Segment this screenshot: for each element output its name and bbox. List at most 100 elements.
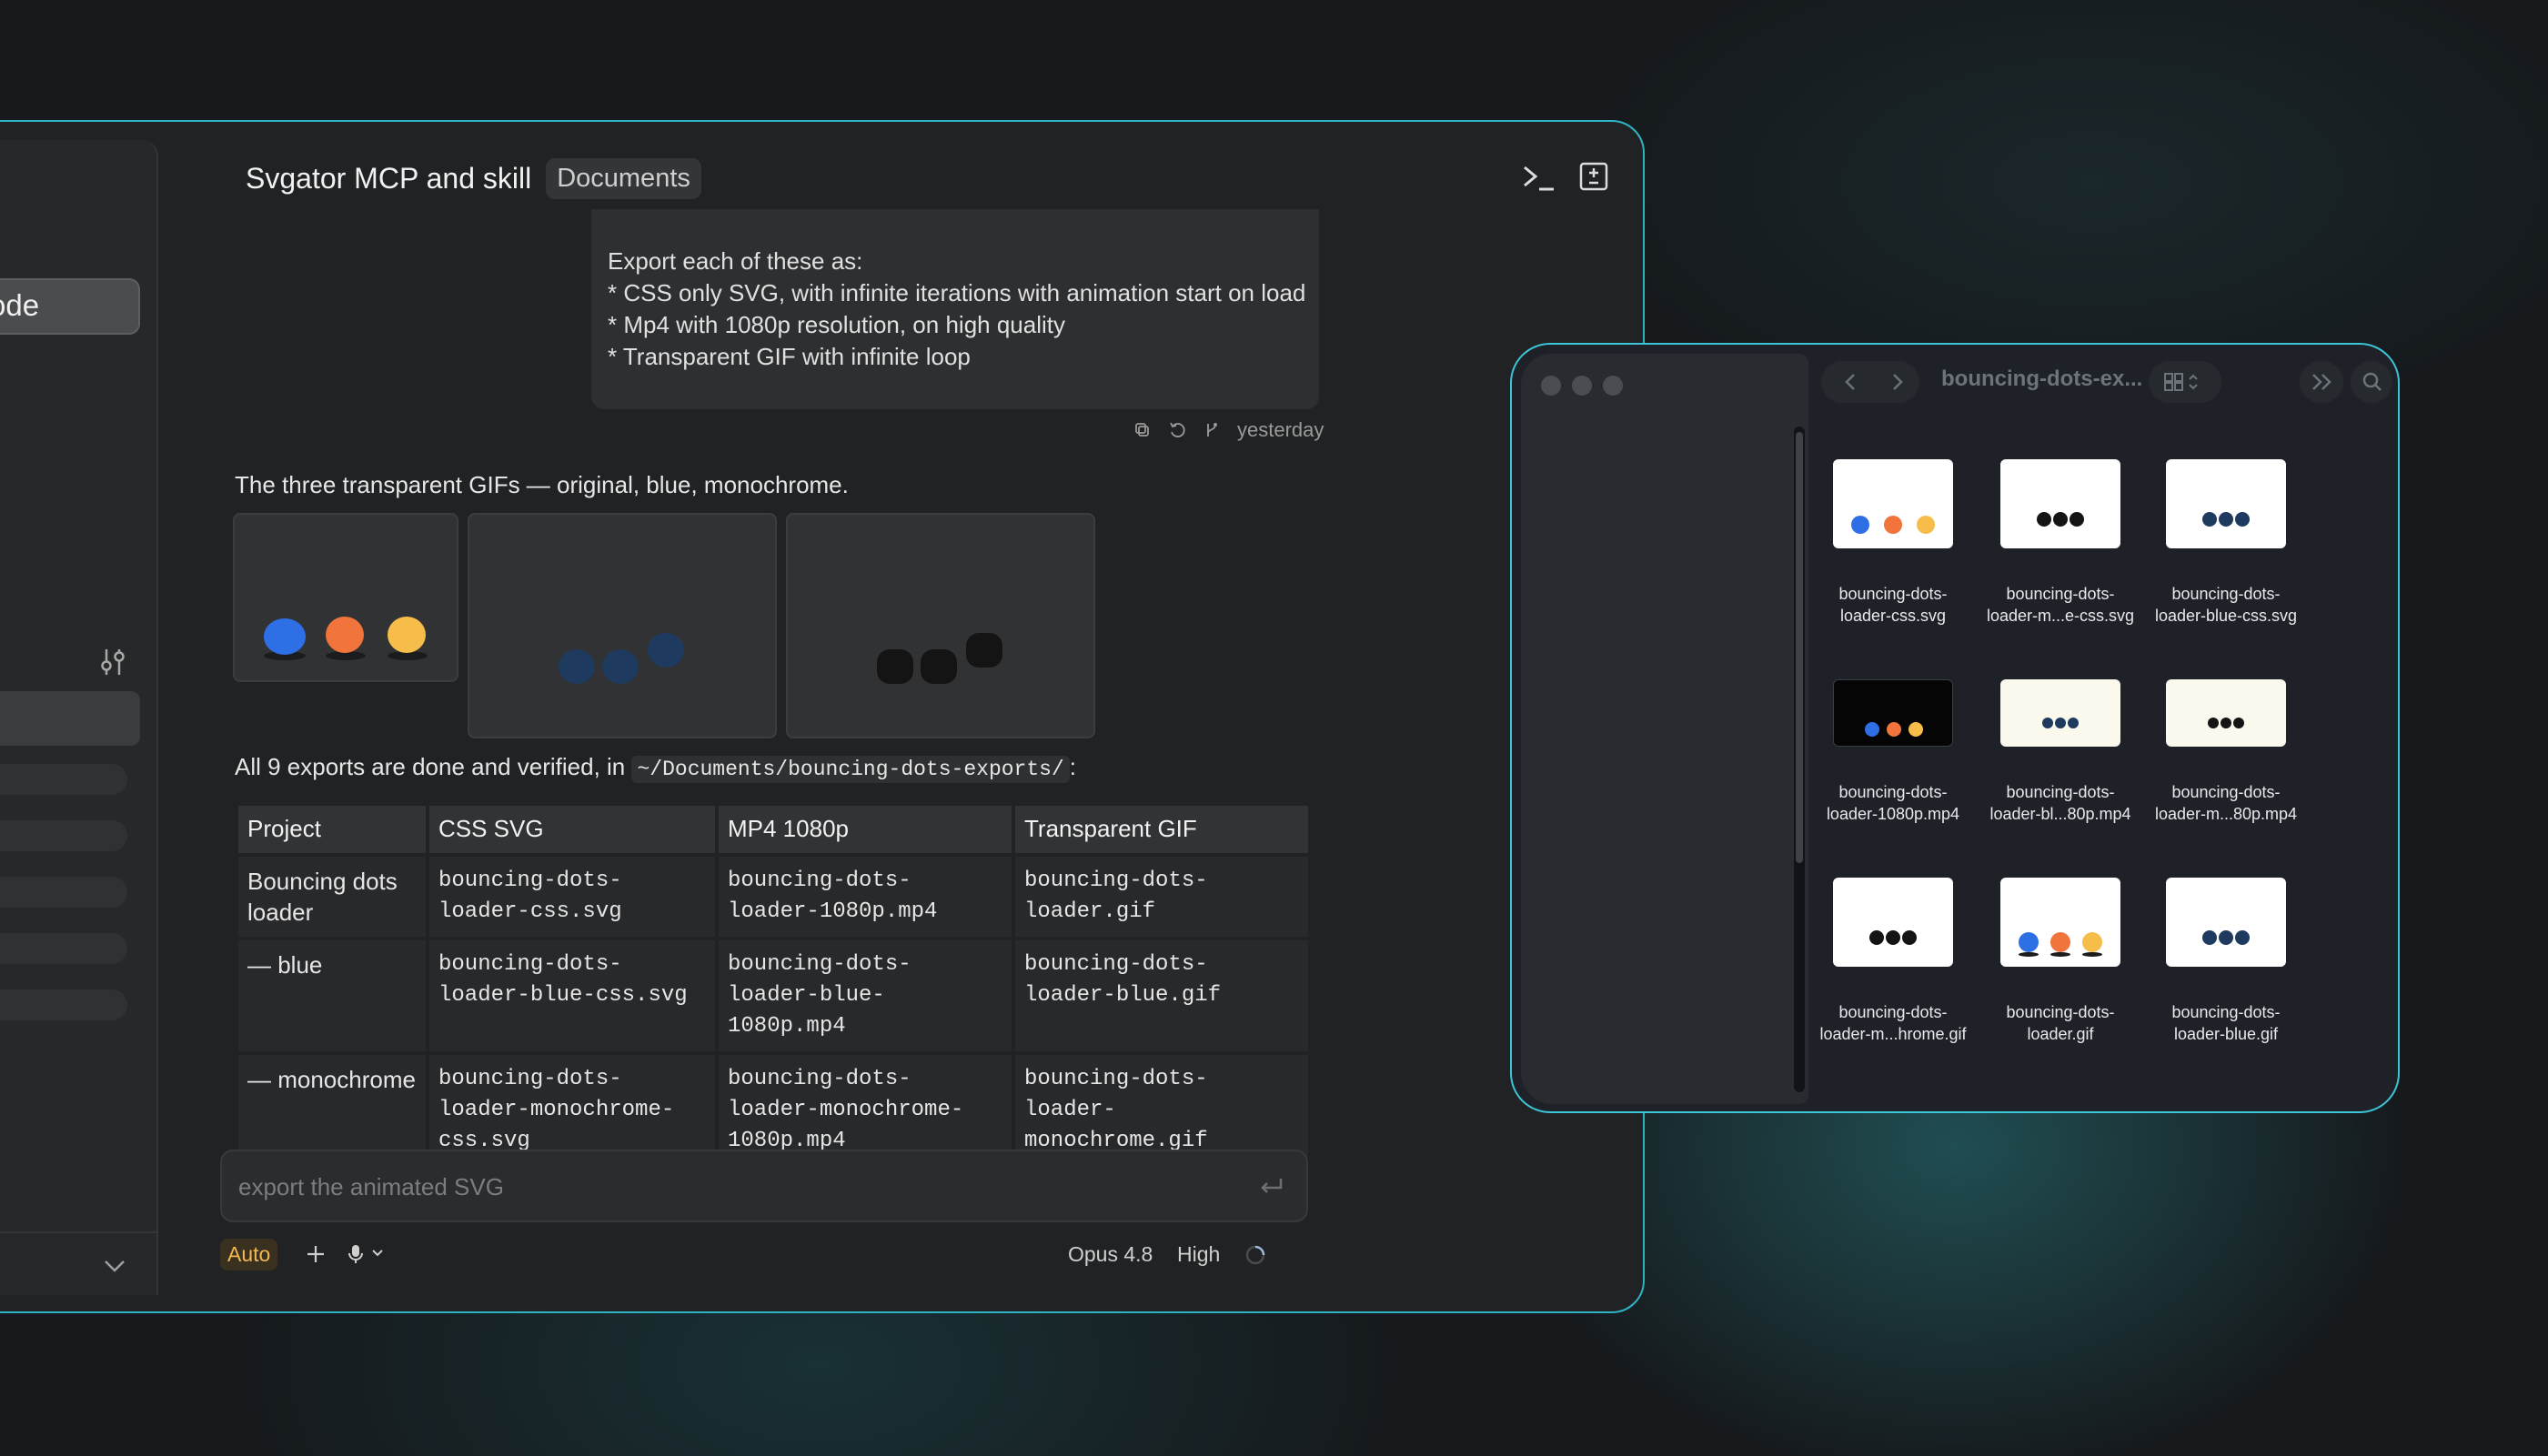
file-name: bouncing-dots-loader.gif bbox=[2006, 1003, 2115, 1043]
black-dot bbox=[921, 649, 957, 684]
more-toolbar-button[interactable] bbox=[2300, 361, 2343, 403]
exports-summary: All 9 exports are done and verified, in … bbox=[235, 753, 1076, 783]
user-message-line: * Mp4 with 1080p resolution, on high qua… bbox=[608, 311, 1065, 338]
branch-icon[interactable] bbox=[1203, 421, 1221, 439]
file-thumbnail bbox=[2166, 679, 2286, 747]
table-header-row: Project CSS SVG MP4 1080p Transparent GI… bbox=[238, 806, 1308, 853]
file-thumbnail bbox=[1833, 878, 1953, 967]
navy-dot bbox=[2202, 512, 2217, 527]
user-message-line: * CSS only SVG, with infinite iterations… bbox=[608, 279, 1306, 306]
navy-dot bbox=[2202, 930, 2217, 945]
navy-dot bbox=[2235, 930, 2250, 945]
navy-dot bbox=[2068, 718, 2079, 728]
file-name: bouncing-dots-loader-css.svg bbox=[1838, 585, 1948, 625]
table-cell: bouncing-dots-loader-css.svg bbox=[429, 857, 715, 937]
terminal-icon[interactable] bbox=[1521, 160, 1557, 196]
black-dot bbox=[2053, 512, 2068, 527]
file-name: bouncing-dots-loader-m...80p.mp4 bbox=[2154, 783, 2298, 823]
mode-badge[interactable]: Auto bbox=[220, 1239, 278, 1270]
orange-dot bbox=[1887, 722, 1901, 737]
table-row: — blue bouncing-dots-loader-blue-css.svg… bbox=[238, 940, 1308, 1051]
sidebar-divider bbox=[0, 1231, 158, 1233]
file-item[interactable]: bouncing-dots-loader-css.svg bbox=[1807, 459, 1979, 627]
black-dot bbox=[2221, 718, 2231, 728]
orange-dot bbox=[2050, 932, 2070, 952]
forward-arrow-icon[interactable] bbox=[1888, 372, 1907, 392]
chat-window: ode Svgator MCP and skill Documents Expo… bbox=[0, 120, 1645, 1313]
file-thumbnail bbox=[1833, 459, 1953, 548]
file-item[interactable]: bouncing-dots-loader-1080p.mp4 bbox=[1807, 679, 1979, 825]
filter-sliders-icon[interactable] bbox=[96, 646, 129, 678]
table-header: MP4 1080p bbox=[719, 806, 1012, 853]
sidebar-item[interactable] bbox=[0, 933, 127, 964]
view-mode-button[interactable] bbox=[2149, 361, 2221, 403]
minimize-button[interactable] bbox=[1572, 376, 1592, 396]
file-name: bouncing-dots-loader-blue-css.svg bbox=[2154, 585, 2298, 625]
model-selector[interactable]: Opus 4.8 bbox=[1068, 1242, 1153, 1267]
file-name: bouncing-dots-loader-bl...80p.mp4 bbox=[1989, 783, 2131, 823]
table-cell: bouncing-dots-loader-blue-1080p.mp4 bbox=[719, 940, 1012, 1051]
black-dot bbox=[966, 633, 1002, 668]
table-header: CSS SVG bbox=[429, 806, 715, 853]
black-dot bbox=[1869, 930, 1884, 945]
chevron-down-icon[interactable] bbox=[102, 1257, 127, 1275]
enter-icon[interactable] bbox=[1257, 1175, 1284, 1199]
file-name: bouncing-dots-loader-1080p.mp4 bbox=[1826, 783, 1960, 823]
search-button[interactable] bbox=[2351, 361, 2392, 403]
folder-badge[interactable]: Documents bbox=[546, 157, 701, 199]
table-cell: bouncing-dots-loader-1080p.mp4 bbox=[719, 857, 1012, 937]
black-dot bbox=[2233, 718, 2244, 728]
file-item[interactable]: bouncing-dots-loader-m...80p.mp4 bbox=[2140, 679, 2312, 825]
microphone-icon[interactable] bbox=[346, 1242, 366, 1266]
prompt-input[interactable]: export the animated SVG bbox=[220, 1150, 1308, 1222]
exports-path: ~/Documents/bouncing-dots-exports/ bbox=[631, 756, 1070, 783]
spinner-icon bbox=[1245, 1245, 1265, 1265]
file-thumbnail bbox=[2166, 878, 2286, 967]
navy-dot bbox=[2042, 718, 2053, 728]
table-cell: bouncing-dots-loader.gif bbox=[1015, 857, 1308, 937]
file-item[interactable]: bouncing-dots-loader-bl...80p.mp4 bbox=[1974, 679, 2147, 825]
sidebar-item[interactable] bbox=[0, 764, 127, 795]
gif-preview-monochrome[interactable] bbox=[786, 513, 1095, 738]
file-name: bouncing-dots-loader-blue.gif bbox=[2171, 1003, 2281, 1043]
gif-preview-original[interactable] bbox=[233, 513, 458, 682]
copy-icon[interactable] bbox=[1133, 421, 1152, 439]
dot-shadow bbox=[2082, 952, 2102, 957]
file-thumbnail bbox=[2166, 459, 2286, 548]
exports-table: Project CSS SVG MP4 1080p Transparent GI… bbox=[235, 802, 1312, 1170]
close-button[interactable] bbox=[1541, 376, 1561, 396]
sidebar-item[interactable] bbox=[0, 989, 127, 1020]
chevron-down-icon[interactable] bbox=[371, 1248, 384, 1259]
back-arrow-icon[interactable] bbox=[1841, 372, 1859, 392]
plus-icon[interactable] bbox=[304, 1242, 327, 1266]
file-item[interactable]: bouncing-dots-loader.gif bbox=[1974, 878, 2147, 1045]
exports-summary-prefix: All 9 exports are done and verified, in bbox=[235, 753, 632, 780]
effort-selector[interactable]: High bbox=[1177, 1242, 1220, 1267]
table-cell: — blue bbox=[238, 940, 426, 1051]
sidebar-item[interactable] bbox=[0, 877, 127, 908]
retry-icon[interactable] bbox=[1168, 421, 1186, 439]
sidebar-item-code-mode[interactable]: ode bbox=[0, 278, 140, 335]
zoom-button[interactable] bbox=[1603, 376, 1623, 396]
file-item[interactable]: bouncing-dots-loader-m...e-css.svg bbox=[1974, 459, 2147, 627]
file-item[interactable]: bouncing-dots-loader-blue-css.svg bbox=[2140, 459, 2312, 627]
folder-title: bouncing-dots-ex... bbox=[1941, 367, 2143, 391]
gif-preview-blue[interactable] bbox=[468, 513, 777, 738]
file-name: bouncing-dots-loader-m...hrome.gif bbox=[1819, 1003, 1967, 1043]
sidebar-item-selected[interactable] bbox=[0, 691, 140, 746]
navy-dot bbox=[648, 633, 684, 668]
black-dot bbox=[2070, 512, 2084, 527]
navy-dot bbox=[2219, 930, 2233, 945]
blue-dot bbox=[1865, 722, 1879, 737]
navy-dot bbox=[2235, 512, 2250, 527]
sidebar-item-label: ode bbox=[0, 288, 40, 322]
sidebar-scrollbar-thumb[interactable] bbox=[1796, 432, 1803, 863]
sidebar-item[interactable] bbox=[0, 820, 127, 851]
file-item[interactable]: bouncing-dots-loader-m...hrome.gif bbox=[1807, 878, 1979, 1045]
black-dot bbox=[2208, 718, 2219, 728]
chat-title: Svgator MCP and skill bbox=[246, 161, 532, 195]
black-dot bbox=[877, 649, 913, 684]
diff-icon[interactable] bbox=[1577, 160, 1610, 193]
blue-dot bbox=[264, 618, 306, 655]
file-item[interactable]: bouncing-dots-loader-blue.gif bbox=[2140, 878, 2312, 1045]
